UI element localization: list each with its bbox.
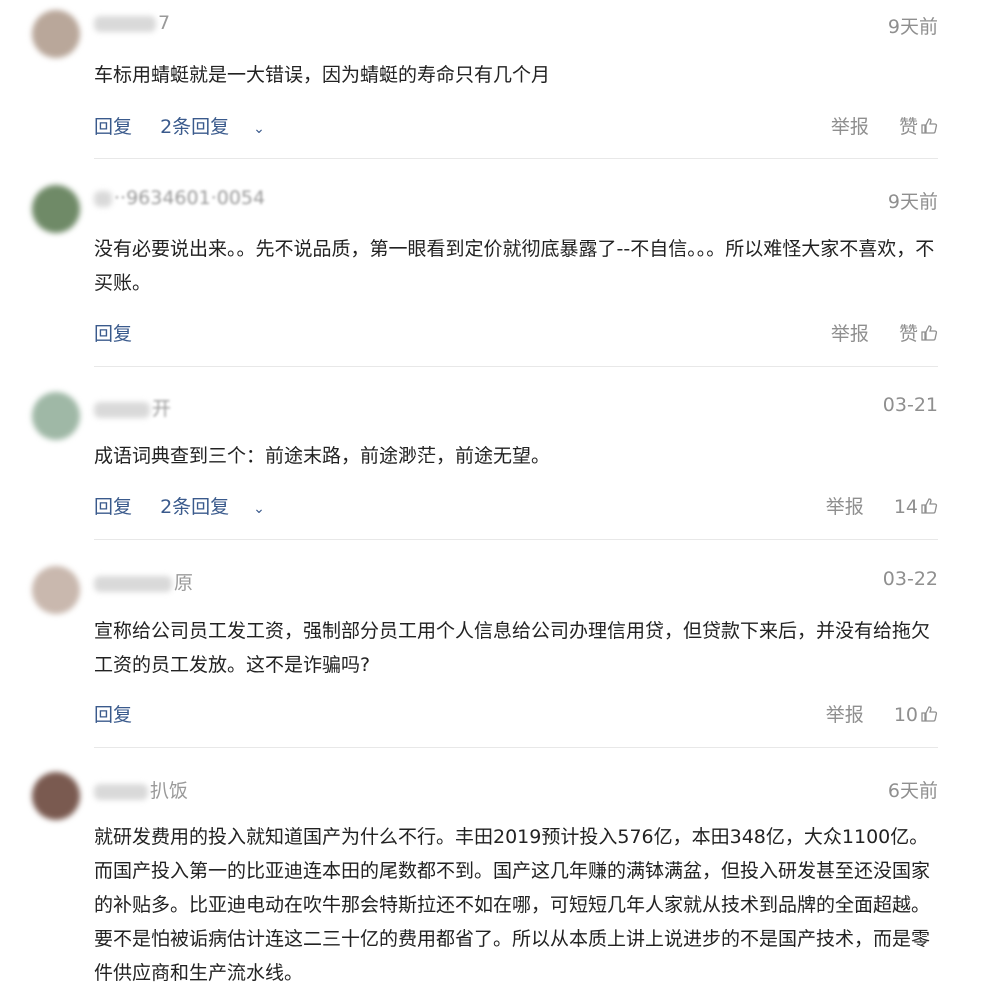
comment-right-actions: 举报 14 (826, 492, 938, 519)
avatar[interactable] (32, 392, 80, 440)
avatar[interactable] (32, 185, 80, 233)
comment-actions: 回复 (94, 319, 154, 346)
thumbs-up-icon (921, 118, 938, 134)
reply-button[interactable]: 回复 (94, 112, 132, 139)
comment-time: 6天前 (887, 780, 938, 802)
like-button[interactable]: 赞 (899, 323, 938, 345)
divider (94, 158, 938, 159)
comment-actions: 回复 (94, 700, 154, 727)
username[interactable]: 扒饭 (94, 776, 188, 803)
report-button[interactable]: 举报 (826, 704, 864, 726)
divider (94, 747, 938, 748)
view-replies-label: 2条回复 (160, 116, 230, 138)
username[interactable]: 7 (94, 12, 170, 34)
avatar[interactable] (32, 10, 80, 58)
view-replies-button[interactable]: 2条回复 ⌄ (160, 492, 287, 519)
comment-actions: 回复 2条回复 ⌄ (94, 492, 309, 519)
comment-text: 就研发费用的投入就知道国产为什么不行。丰田2019预计投入576亿，本田348亿… (94, 826, 931, 984)
view-replies-label: 2条回复 (160, 496, 230, 518)
like-button[interactable]: 10 (894, 704, 938, 726)
reply-button[interactable]: 回复 (94, 319, 132, 346)
like-button[interactable]: 赞 (899, 116, 938, 138)
like-count: 14 (893, 496, 918, 518)
like-label: 赞 (898, 323, 918, 345)
reply-button[interactable]: 回复 (94, 492, 132, 519)
like-button[interactable]: 14 (894, 496, 938, 518)
thumbs-up-icon (921, 325, 938, 341)
thumbs-up-icon (921, 706, 938, 722)
comment-right-actions: 举报 10 (826, 700, 938, 727)
thumbs-up-icon (921, 498, 938, 514)
username[interactable]: 原 (94, 568, 193, 595)
comment-time: 03-22 (882, 568, 938, 590)
reply-button[interactable]: 回复 (94, 700, 132, 727)
view-replies-button[interactable]: 2条回复 ⌄ (160, 112, 287, 139)
chevron-down-icon: ⌄ (253, 121, 265, 137)
comment-time: 03-21 (882, 394, 938, 416)
comment-text: 宣称给公司员工发工资，强制部分员工用个人信息给公司办理信用贷，但贷款下来后，并没… (94, 620, 931, 676)
comment-text: 车标用蜻蜓就是一大错误，因为蜻蜓的寿命只有几个月 (94, 64, 551, 86)
comment-time: 9天前 (887, 191, 938, 213)
report-button[interactable]: 举报 (831, 116, 869, 138)
like-label: 赞 (898, 116, 918, 138)
report-button[interactable]: 举报 (826, 496, 864, 518)
comment-actions: 回复 2条回复 ⌄ (94, 112, 309, 139)
avatar[interactable] (32, 772, 80, 820)
avatar[interactable] (32, 566, 80, 614)
divider (94, 539, 938, 540)
username[interactable]: ··9634601·0054 (94, 187, 265, 209)
comment-time: 9天前 (887, 16, 938, 38)
comment-text: 没有必要说出来。。先不说品质，第一眼看到定价就彻底暴露了--不自信。。。所以难怪… (94, 238, 935, 294)
comment-right-actions: 举报 赞 (831, 319, 938, 346)
chevron-down-icon: ⌄ (253, 501, 265, 517)
comment-text: 成语词典查到三个：前途末路，前途渺茫，前途无望。 (94, 445, 551, 467)
like-count: 10 (893, 704, 918, 726)
divider (94, 366, 938, 367)
comment-right-actions: 举报 赞 (831, 112, 938, 139)
report-button[interactable]: 举报 (831, 323, 869, 345)
username[interactable]: 开 (94, 394, 171, 421)
